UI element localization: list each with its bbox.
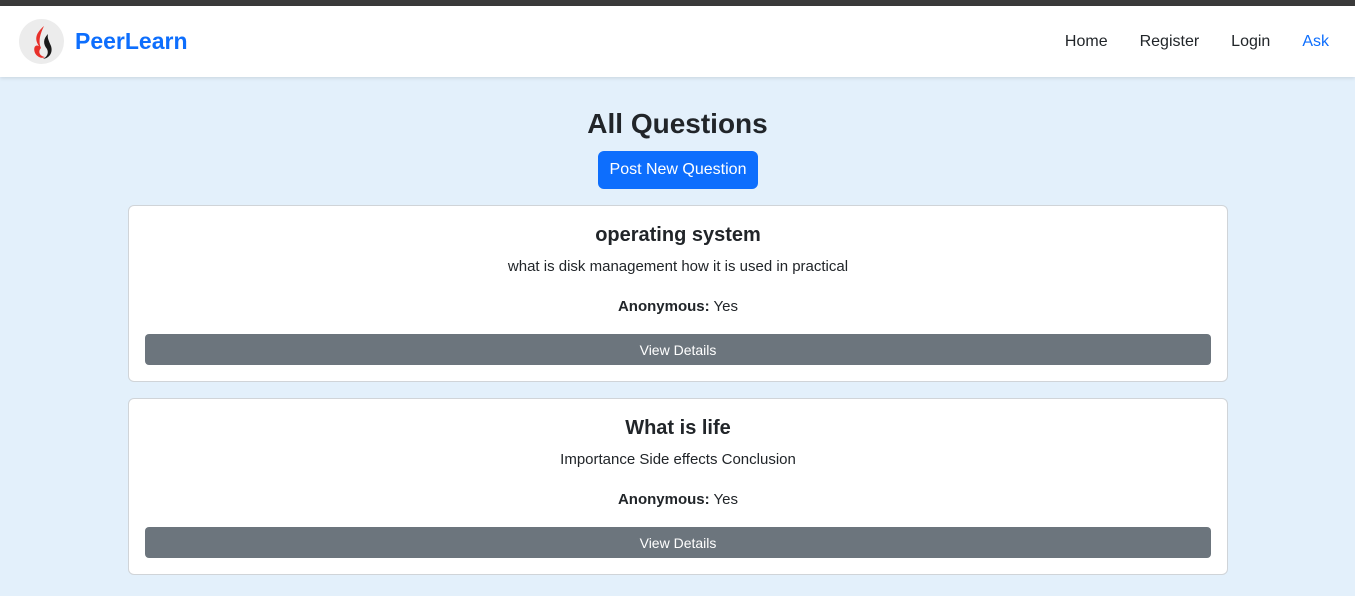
question-card: operating system what is disk management… bbox=[128, 205, 1228, 382]
question-title: operating system bbox=[595, 224, 761, 246]
anonymous-value: Yes bbox=[713, 491, 739, 508]
brand-link[interactable]: PeerLearn bbox=[19, 19, 188, 64]
brand-name: PeerLearn bbox=[75, 28, 188, 54]
nav-login-link[interactable]: Login bbox=[1231, 33, 1270, 51]
question-description: what is disk management how it is used i… bbox=[507, 258, 849, 275]
anonymous-value: Yes bbox=[713, 298, 739, 315]
page-title: All Questions bbox=[587, 108, 768, 139]
anonymous-label: Anonymous: bbox=[617, 491, 710, 508]
anonymous-status: Anonymous: Yes bbox=[129, 298, 1227, 315]
anonymous-label: Anonymous: bbox=[617, 298, 710, 315]
flame-logo-icon bbox=[19, 19, 64, 64]
post-new-question-button[interactable]: Post New Question bbox=[598, 151, 758, 189]
question-card: What is life Importance Side effects Con… bbox=[128, 398, 1228, 575]
nav-home-link[interactable]: Home bbox=[1065, 33, 1108, 51]
anonymous-status: Anonymous: Yes bbox=[129, 491, 1227, 508]
view-details-button[interactable]: View Details bbox=[145, 527, 1211, 558]
view-details-button[interactable]: View Details bbox=[145, 334, 1211, 365]
nav-ask-link[interactable]: Ask bbox=[1302, 33, 1329, 51]
nav-register-link[interactable]: Register bbox=[1140, 33, 1200, 51]
question-description: Importance Side effects Conclusion bbox=[560, 451, 796, 468]
navbar: PeerLearn Home Register Login Ask bbox=[0, 6, 1355, 77]
question-title: What is life bbox=[625, 417, 731, 439]
nav-links: Home Register Login Ask bbox=[1033, 6, 1329, 77]
